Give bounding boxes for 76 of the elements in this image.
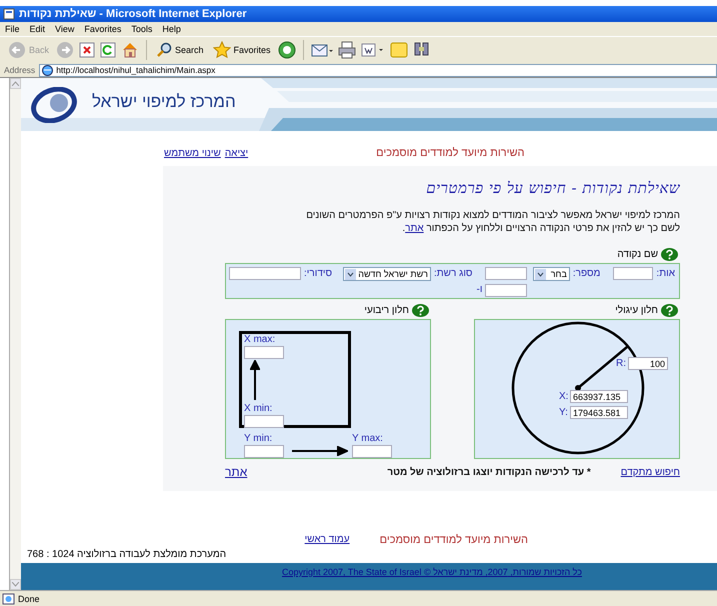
menu-item[interactable]: View <box>52 24 78 34</box>
search-icon <box>156 42 172 58</box>
stop-icon[interactable] <box>79 42 96 58</box>
y-max-field[interactable] <box>352 445 392 458</box>
x-max-field[interactable] <box>244 346 284 359</box>
scroll-up-button[interactable] <box>10 78 21 89</box>
star-icon <box>212 41 231 59</box>
site-name: המרכז למיפוי ישראל <box>92 92 236 112</box>
resolution-text: המערכת מומלצת לעבודה ברזולוציה 1024 : 768 <box>27 548 226 560</box>
intro-text: המרכז למיפוי ישראל מאפשר לציבור המודדים למצוא נקודות רצויות ע"פ הפרמטרים השונים לשם כך יש להזין את פרטי הנקודה הרצויים וללחוץ על הכפתור אתר. <box>305 209 680 235</box>
field-label: R: <box>616 358 626 370</box>
menu-item[interactable]: Favorites <box>81 24 124 34</box>
y-min-field[interactable] <box>244 445 284 458</box>
field-label: מספר: <box>572 267 600 281</box>
address-field[interactable]: http://localhost/nihul_tahalichim/Main.aspx <box>39 64 717 76</box>
section-heading: חלון ריבועי <box>364 304 409 316</box>
window-title: שאילתת נקודות - Microsoft Internet Explorer <box>19 8 247 20</box>
x-min-field[interactable] <box>244 415 284 428</box>
print-icon[interactable] <box>338 41 356 59</box>
section-heading: חלון עיגולי <box>615 304 658 316</box>
field-label: אות: <box>656 267 675 281</box>
note-icon[interactable] <box>390 41 408 59</box>
page-icon <box>3 8 15 20</box>
field-label: סוג רשת: <box>434 267 472 281</box>
field-label: X min: <box>244 403 272 415</box>
help-icon[interactable] <box>661 248 678 260</box>
submit-link[interactable]: אתר <box>405 223 424 234</box>
field-label: סידורי: <box>304 267 332 281</box>
refresh-icon[interactable] <box>100 42 116 58</box>
letter-field[interactable] <box>613 267 654 280</box>
home-link[interactable]: עמוד ראשי <box>304 534 350 545</box>
caret-icon <box>345 268 356 280</box>
x-field[interactable]: 663937.135 <box>570 390 628 403</box>
field-label: Y: <box>559 407 568 419</box>
forward-icon[interactable] <box>56 41 74 59</box>
network-dropdown[interactable]: רשת ישראל חדשה <box>343 267 431 281</box>
number-dropdown[interactable]: בחר <box>533 267 570 281</box>
section-heading: שם נקודה <box>617 248 658 260</box>
mail-icon[interactable] <box>310 42 333 58</box>
search-button[interactable]: Search <box>154 42 206 58</box>
radius-field[interactable]: 100 <box>628 357 668 370</box>
caret-icon <box>535 268 546 280</box>
globe-logo-icon <box>30 86 78 122</box>
field-label: Y max: <box>352 433 383 445</box>
favorites-button[interactable]: Favorites <box>210 41 273 59</box>
right-arrow-icon <box>292 446 348 456</box>
number-to-field[interactable] <box>485 284 528 296</box>
address-label: Address <box>4 65 36 75</box>
menu-item[interactable]: File <box>2 24 23 34</box>
document-icon[interactable] <box>360 42 385 58</box>
home-icon[interactable] <box>121 41 140 59</box>
scroll-down-button[interactable] <box>10 579 21 590</box>
menu-item[interactable]: Help <box>159 24 184 34</box>
status-text: Done <box>18 594 40 604</box>
serial-field[interactable] <box>229 267 301 280</box>
advanced-search-link[interactable]: חיפוש מתקדם <box>620 466 680 478</box>
menu-item[interactable]: Tools <box>128 24 156 34</box>
field-label: ו- <box>476 283 482 297</box>
y-field[interactable]: 179463.581 <box>570 406 628 419</box>
up-arrow-icon <box>250 360 260 400</box>
help-icon[interactable] <box>412 304 429 316</box>
page-icon <box>2 592 15 604</box>
nav-link[interactable]: שינוי משתמש <box>164 148 221 158</box>
resolution-note: * עד לרכישה הנקודות יוצגו ברזולוציה של מטר <box>387 466 591 478</box>
field-label: X: <box>559 391 568 403</box>
service-notice: השירות מיועד למודדים מוסמכים <box>380 534 528 546</box>
service-notice: השירות מיועד למודדים מוסמכים <box>376 147 524 159</box>
number-from-field[interactable] <box>485 267 528 280</box>
field-label: X max: <box>244 334 276 346</box>
nav-link[interactable]: יציאה <box>224 148 248 158</box>
field-label: Y min: <box>244 433 272 445</box>
help-icon[interactable] <box>661 304 678 316</box>
menu-item[interactable]: Edit <box>26 24 48 34</box>
globe-icon <box>42 64 54 76</box>
page-title: שאילתת נקודות - חיפוש על פי פרמטרים <box>425 179 680 197</box>
submit-link[interactable]: אתר <box>225 465 248 479</box>
